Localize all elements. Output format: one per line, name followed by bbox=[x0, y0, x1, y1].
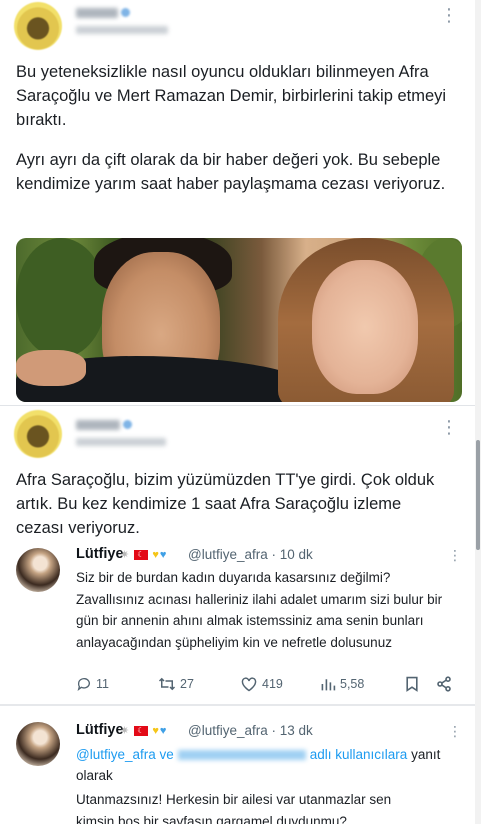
more-icon[interactable]: ⋮ bbox=[448, 722, 462, 740]
reply-button[interactable]: 11 bbox=[76, 676, 109, 692]
avatar[interactable] bbox=[14, 410, 62, 458]
reply-handle-time[interactable]: @lutfiye_afra · 13 dk bbox=[188, 723, 313, 738]
views-count: 5,58 bbox=[340, 677, 365, 691]
reply-icon bbox=[77, 678, 90, 691]
bookmark-icon bbox=[406, 676, 418, 692]
mention-link[interactable]: @lutfiye_afra ve bbox=[76, 747, 174, 762]
author-name-blurred bbox=[76, 8, 118, 18]
avatar[interactable] bbox=[14, 2, 62, 50]
like-button[interactable]: 419 bbox=[240, 676, 283, 692]
reply-avatar[interactable] bbox=[16, 548, 60, 592]
more-icon[interactable]: ⋮ bbox=[448, 546, 462, 564]
more-icon[interactable]: ⋮ bbox=[440, 6, 458, 24]
scrollbar[interactable] bbox=[475, 0, 481, 824]
name-emoji-flags: ✷ ☾ ♥♥ bbox=[120, 549, 168, 561]
views-icon bbox=[321, 679, 336, 691]
retweet-icon bbox=[158, 677, 176, 691]
views-button[interactable]: 5,58 bbox=[320, 676, 364, 692]
like-count: 419 bbox=[262, 677, 283, 691]
tweet-text: Afra Saraçoğlu, bizim yüzümüzden TT'ye g… bbox=[16, 471, 435, 537]
name-emoji-flags: ✷ ☾ ♥♥ bbox=[120, 725, 168, 737]
replying-to: @lutfiye_afra ve adlı kullanıcılara yanıt bbox=[76, 744, 462, 766]
verified-icon bbox=[123, 420, 132, 429]
reply-actions: 11 27 419 5,58 bbox=[76, 676, 466, 698]
reply-text: Siz bir de burdan kadın duyarıda kasarsı… bbox=[76, 570, 443, 650]
reply-author-name[interactable]: Lütfiye bbox=[76, 722, 124, 738]
bookmark-button[interactable] bbox=[404, 676, 420, 692]
reply-author-name[interactable]: Lütfiye bbox=[76, 546, 124, 562]
author-handle-blurred bbox=[76, 26, 168, 34]
tweet-card[interactable]: ⋮ Bu yeteneksizlikle nasıl oyuncu oldukl… bbox=[0, 0, 475, 406]
tweet-text-second: Ayrı ayrı da çift olarak da bir haber de… bbox=[16, 151, 446, 193]
retweet-count: 27 bbox=[180, 677, 194, 691]
reply-avatar[interactable] bbox=[16, 722, 60, 766]
share-button[interactable] bbox=[436, 676, 452, 692]
tweet-photo[interactable] bbox=[16, 238, 462, 402]
yanit-label: yanıt bbox=[411, 747, 441, 762]
retweet-button[interactable]: 27 bbox=[158, 676, 194, 692]
verified-icon bbox=[121, 8, 130, 17]
reply-handle-time[interactable]: @lutfiye_afra · 10 dk bbox=[188, 547, 313, 562]
author-name-blurred bbox=[76, 420, 120, 430]
reply-text: Utanmazsınız! Herkesin bir ailesi var ut… bbox=[76, 792, 392, 824]
replying-to-suffix: olarak bbox=[76, 768, 113, 783]
reply-count: 11 bbox=[96, 677, 109, 691]
users-link[interactable]: adlı kullanıcılara bbox=[310, 747, 408, 762]
blurred-mentions bbox=[177, 750, 306, 761]
more-icon[interactable]: ⋮ bbox=[440, 418, 458, 436]
tweet-text: Bu yeteneksizlikle nasıl oyuncu olduklar… bbox=[16, 63, 447, 129]
share-icon bbox=[437, 676, 451, 692]
like-icon bbox=[241, 677, 257, 692]
divider bbox=[0, 704, 475, 706]
author-handle-blurred bbox=[76, 438, 166, 446]
scrollbar-thumb[interactable] bbox=[476, 440, 480, 550]
